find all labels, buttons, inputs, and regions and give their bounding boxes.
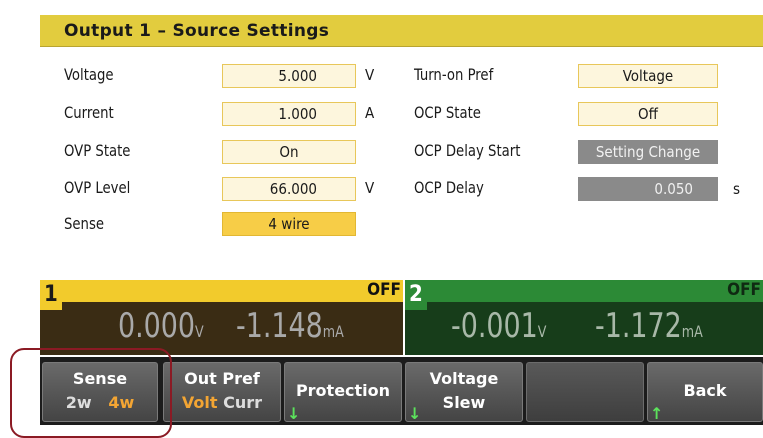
channel-2-number: 2 <box>405 280 427 310</box>
ovp-level-unit: V <box>365 179 375 197</box>
ovp-state-value: On <box>279 143 299 161</box>
title-bar: Output 1 – Source Settings <box>40 15 763 47</box>
arrow-down-icon: ↓ <box>287 404 301 423</box>
out-pref-softkey[interactable]: Out Pref Volt Curr <box>163 362 281 422</box>
sense-softkey-label: Sense <box>72 369 128 388</box>
current-field[interactable]: 1.000 <box>222 102 356 126</box>
channel-1-current-unit: mA <box>322 322 344 341</box>
channel-1-panel[interactable]: OFF 1 0.000V -1.148mA <box>40 280 403 355</box>
empty-softkey[interactable] <box>526 362 644 422</box>
ocp-delay-field[interactable]: 0.050 <box>578 177 718 201</box>
arrow-up-icon: ↑ <box>650 404 664 423</box>
turn-on-pref-label: Turn-on Pref <box>414 65 494 84</box>
ovp-state-field[interactable]: On <box>222 140 356 164</box>
channel-1-status: OFF <box>367 280 401 300</box>
channel-2-voltage-value: -0.001 <box>451 306 538 346</box>
channel-1-readout <box>40 302 403 355</box>
ovp-state-label: OVP State <box>64 141 131 160</box>
turn-on-pref-field[interactable]: Voltage <box>578 64 718 88</box>
ocp-delay-unit: s <box>733 180 741 198</box>
ocp-delay-start-label: OCP Delay Start <box>414 141 521 160</box>
back-softkey-label: Back <box>683 381 727 400</box>
protection-softkey-label: Protection <box>295 381 391 400</box>
sense-softkey[interactable]: Sense 2w 4w <box>42 362 158 422</box>
out-pref-option-curr: Curr <box>223 393 263 412</box>
channel-2-panel[interactable]: OFF 2 -0.001V -1.172mA <box>405 280 763 355</box>
ocp-state-value: Off <box>638 105 658 123</box>
current-label: Current <box>64 103 114 122</box>
channel-2-header: OFF <box>405 280 763 302</box>
voltage-unit: V <box>365 66 375 84</box>
current-unit: A <box>365 104 375 122</box>
voltage-field[interactable]: 5.000 <box>222 64 356 88</box>
ocp-delay-start-field[interactable]: Setting Change <box>578 140 718 164</box>
channel-1-current-value: -1.148 <box>236 306 323 346</box>
ovp-level-value: 66.000 <box>269 180 317 198</box>
protection-softkey[interactable]: Protection ↓ <box>284 362 402 423</box>
out-pref-option-volt: Volt <box>181 393 218 412</box>
sense-field[interactable]: 4 wire <box>222 212 356 236</box>
sense-value: 4 wire <box>268 215 310 233</box>
channel-1-current: -1.148mA <box>236 306 344 346</box>
page-title: Output 1 – Source Settings <box>64 21 330 41</box>
channel-2-current-value: -1.172 <box>595 306 682 346</box>
source-settings-screen: Output 1 – Source Settings Voltage 5.000… <box>40 15 763 425</box>
sense-softkey-options: 2w 4w <box>43 393 157 412</box>
voltage-label: Voltage <box>64 65 114 84</box>
turn-on-pref-value: Voltage <box>622 67 674 85</box>
channel-1-header: OFF <box>40 280 403 302</box>
out-pref-softkey-label: Out Pref <box>184 369 260 388</box>
channel-2-status: OFF <box>727 280 761 300</box>
ocp-state-field[interactable]: Off <box>578 102 718 126</box>
ocp-delay-label: OCP Delay <box>414 178 484 197</box>
channel-1-voltage: 0.000V <box>118 306 204 346</box>
channel-1-voltage-value: 0.000 <box>118 306 196 346</box>
sense-option-4w: 4w <box>108 393 135 412</box>
channel-2-current-unit: mA <box>681 322 703 341</box>
channel-1-voltage-unit: V <box>195 322 204 341</box>
sense-label: Sense <box>64 214 105 233</box>
sense-option-2w: 2w <box>65 393 92 412</box>
voltage-slew-softkey-label-2: Slew <box>442 393 486 412</box>
voltage-slew-softkey[interactable]: Voltage Slew ↓ <box>405 362 523 423</box>
voltage-slew-softkey-label-1: Voltage <box>429 369 499 388</box>
ocp-delay-start-value: Setting Change <box>595 143 701 161</box>
channel-2-voltage-unit: V <box>537 322 547 341</box>
ovp-level-label: OVP Level <box>64 178 131 197</box>
arrow-down-icon: ↓ <box>408 404 422 423</box>
ocp-state-label: OCP State <box>414 103 481 122</box>
back-softkey[interactable]: Back ↑ <box>647 362 763 423</box>
channel-2-current: -1.172mA <box>595 306 703 346</box>
channel-1-number: 1 <box>40 280 62 310</box>
out-pref-softkey-options: Volt Curr <box>164 393 280 412</box>
voltage-value: 5.000 <box>278 67 317 85</box>
ovp-level-field[interactable]: 66.000 <box>222 177 356 201</box>
ocp-delay-value: 0.050 <box>654 180 693 198</box>
softkey-bar: Sense 2w 4w Out Pref Volt Curr Protectio… <box>40 357 763 425</box>
channel-2-voltage: -0.001V <box>451 306 546 346</box>
current-value: 1.000 <box>278 105 317 123</box>
